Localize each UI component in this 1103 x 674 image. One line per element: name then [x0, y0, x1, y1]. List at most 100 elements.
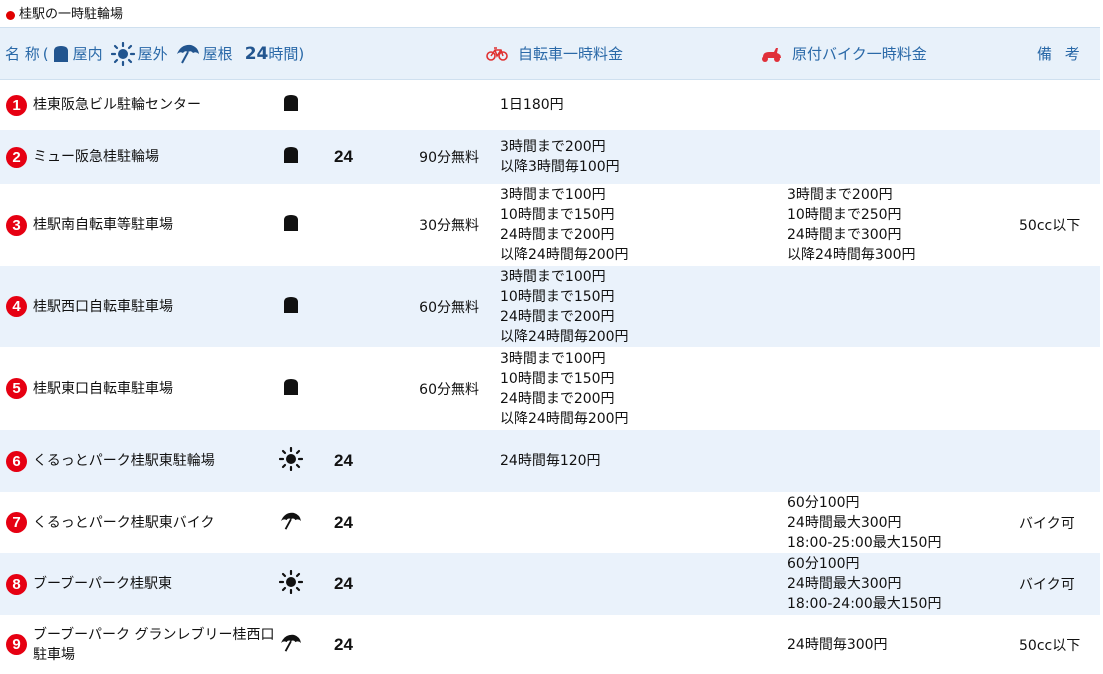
page-title-text: 桂駅の一時駐輪場 — [19, 7, 124, 22]
moped-fee: 60分100円 24時間最大300円 18:00-25:00最大150円 — [787, 492, 941, 553]
open-24h: 24 — [334, 634, 353, 654]
bicycle-fee-line: 3時間まで100円 — [500, 350, 606, 367]
bicycle-fee-line: 以降24時間毎200円 — [500, 247, 629, 263]
bicycle-fee-line: 24時間まで200円 — [500, 308, 615, 325]
facility-type-cell — [278, 430, 304, 492]
bicycle-fee-line: 3時間まで100円 — [500, 268, 606, 285]
table-row-5: 5 桂駅東口自転車駐車場 60分無料 3時間まで100円 10時間まで150円 24時間ま… — [0, 347, 1100, 430]
moped-fee-line: 18:00-25:00最大150円 — [787, 534, 942, 551]
bicycle-fee: 1日180円 — [500, 80, 564, 130]
facility-name-lines: くるっとパーク桂駅東バイク — [33, 513, 214, 533]
bicycle-fee: 24時間毎120円 — [500, 430, 601, 492]
header-name-label: 名 称 — [5, 45, 40, 63]
note: 50cc以下 — [1019, 218, 1081, 234]
bicycle-icon — [486, 46, 508, 61]
facility-name-lines: 桂駅南自転車等駐車場 — [33, 215, 173, 235]
number-badge: 3 — [6, 214, 27, 236]
indoor-icon — [283, 146, 299, 168]
row-number-cell: 4 — [6, 266, 27, 347]
outdoor-icon — [278, 446, 304, 475]
row-number-cell: 7 — [6, 492, 27, 553]
bicycle-fee-line: 24時間まで200円 — [500, 390, 615, 407]
table-row-1: 1 桂東阪急ビル駐輪センター 1日180円 — [0, 80, 1100, 130]
bicycle-fee: 3時間まで200円 以降3時間毎100円 — [500, 130, 620, 184]
free-period: 90分無料 — [419, 150, 479, 166]
header-bicycle-label: 自転車一時料金 — [518, 45, 624, 63]
indoor-icon — [283, 214, 299, 236]
table-row-3: 3 桂駅南自転車等駐車場 30分無料 3時間まで100円 10時間まで150円 24時間ま… — [0, 184, 1100, 266]
facility-name-lines: ブーブーパーク桂駅東 — [33, 574, 172, 594]
table-row-9: 9 ブーブーパーク グランレブリー桂西口 駐車場 24 24時間毎300円 50cc以下 — [0, 615, 1100, 674]
moped-fee-line: 10時間まで250円 — [787, 207, 902, 223]
moped-fee-line: 24時間最大300円 — [787, 576, 902, 592]
number-badge: 2 — [6, 146, 27, 168]
header-24h-suffix: 時間) — [268, 45, 305, 63]
bicycle-fee-line: 以降24時間毎200円 — [500, 328, 629, 345]
facility-name-line: ブーブーパーク グランレブリー桂西口 — [33, 626, 275, 643]
page-title: 桂駅の一時駐輪場 — [6, 6, 123, 24]
free-period — [380, 553, 479, 615]
row-number-cell: 3 — [6, 184, 27, 266]
header-indoor-label: 屋内 — [72, 45, 103, 63]
moped-fee-lines: 60分100円 24時間最大300円 18:00-24:00最大150円 — [787, 554, 941, 614]
roof-icon — [280, 511, 302, 535]
row-number-cell: 2 — [6, 130, 27, 184]
indoor-icon — [283, 296, 299, 318]
facility-name-line: くるっとパーク桂駅東バイク — [33, 514, 215, 531]
facility-name-line: 桂駅南自転車等駐車場 — [33, 217, 173, 233]
header-name-legend: 名 称 ( 屋内 屋外 屋根 24 時間) — [5, 28, 304, 79]
bicycle-fee-line: 24時間まで200円 — [500, 227, 615, 243]
header-note: 備 考 — [1037, 45, 1084, 63]
note: バイク可 — [1019, 577, 1075, 593]
number-badge: 4 — [6, 296, 27, 317]
facility-name-line: 駐車場 — [33, 646, 75, 663]
number-badge: 7 — [6, 512, 27, 533]
facility-name: ミュー阪急桂駐輪場 — [33, 130, 273, 184]
header-24h-number: 24 — [244, 43, 269, 64]
facility-name: ブーブーパーク グランレブリー桂西口 駐車場 — [33, 615, 275, 674]
facility-name-line: くるっとパーク桂駅東駐輪場 — [33, 453, 215, 469]
facility-name-line: 桂駅西口自転車駐車場 — [33, 298, 173, 315]
table-row-7: 7 くるっとパーク桂駅東バイク 24 60分100円 24時間最大300円 18:00-2… — [0, 492, 1100, 553]
facility-type-cell — [278, 553, 304, 615]
indoor-icon — [283, 378, 299, 400]
bicycle-fee-lines: 3時間まで100円 10時間まで150円 24時間まで200円 以降24時間毎200円 — [500, 185, 629, 265]
facility-name-line: 桂駅東口自転車駐車場 — [33, 380, 173, 397]
facility-name-lines: 桂駅西口自転車駐車場 — [33, 297, 173, 317]
facility-name-line: ミュー阪急桂駐輪場 — [33, 149, 159, 165]
facility-name: くるっとパーク桂駅東駐輪場 — [33, 430, 273, 492]
row-number-cell: 1 — [6, 80, 27, 130]
free-period: 60分無料 — [419, 381, 479, 398]
bicycle-fee-line: 3時間まで200円 — [500, 139, 606, 155]
facility-name-lines: 桂駅東口自転車駐車場 — [33, 379, 173, 399]
free-period — [380, 80, 479, 130]
moped-fee-line: 3時間まで200円 — [787, 187, 893, 203]
facility-name-lines: 桂東阪急ビル駐輪センター — [33, 95, 201, 115]
table-row-6: 6 くるっとパーク桂駅東駐輪場 24 24時間毎120円 — [0, 430, 1100, 492]
bicycle-fee-lines: 3時間まで200円 以降3時間毎100円 — [500, 137, 620, 177]
open-24h: 24 — [334, 574, 353, 593]
moped-fee-line: 60分100円 — [787, 556, 860, 572]
roof-icon — [176, 44, 199, 63]
facility-type-cell — [279, 184, 303, 266]
moped-fee: 24時間毎300円 — [787, 615, 888, 674]
facility-name: 桂東阪急ビル駐輪センター — [33, 80, 273, 130]
number-badge: 6 — [6, 450, 27, 472]
open-24h: 24 — [334, 451, 353, 470]
bicycle-fee-lines: 1日180円 — [500, 95, 564, 115]
free-period — [380, 615, 479, 674]
facility-name: くるっとパーク桂駅東バイク — [33, 492, 273, 553]
moped-fee-lines: 3時間まで200円 10時間まで250円 24時間まで300円 以降24時間毎300円 — [787, 185, 916, 265]
number-badge: 9 — [6, 634, 27, 655]
note: バイク可 — [1019, 515, 1075, 532]
moped-fee: 60分100円 24時間最大300円 18:00-24:00最大150円 — [787, 553, 941, 615]
header-roof-label: 屋根 — [202, 45, 233, 63]
facility-name-lines: ミュー阪急桂駐輪場 — [33, 147, 159, 167]
facility-type-cell — [279, 266, 303, 347]
header-moped-label: 原付バイク一時料金 — [792, 45, 927, 63]
bicycle-fee: 3時間まで100円 10時間まで150円 24時間まで200円 以降24時間毎200円 — [500, 184, 629, 266]
bicycle-fee: 3時間まで100円 10時間まで150円 24時間まで200円 以降24時間毎200円 — [500, 347, 629, 430]
table-header: 名 称 ( 屋内 屋外 屋根 24 時間) 自転車一時料金 原付バイク一時料金 … — [0, 27, 1100, 80]
bicycle-fee-line: 以降3時間毎100円 — [500, 159, 620, 175]
bicycle-fee-line: 以降24時間毎200円 — [500, 410, 629, 427]
